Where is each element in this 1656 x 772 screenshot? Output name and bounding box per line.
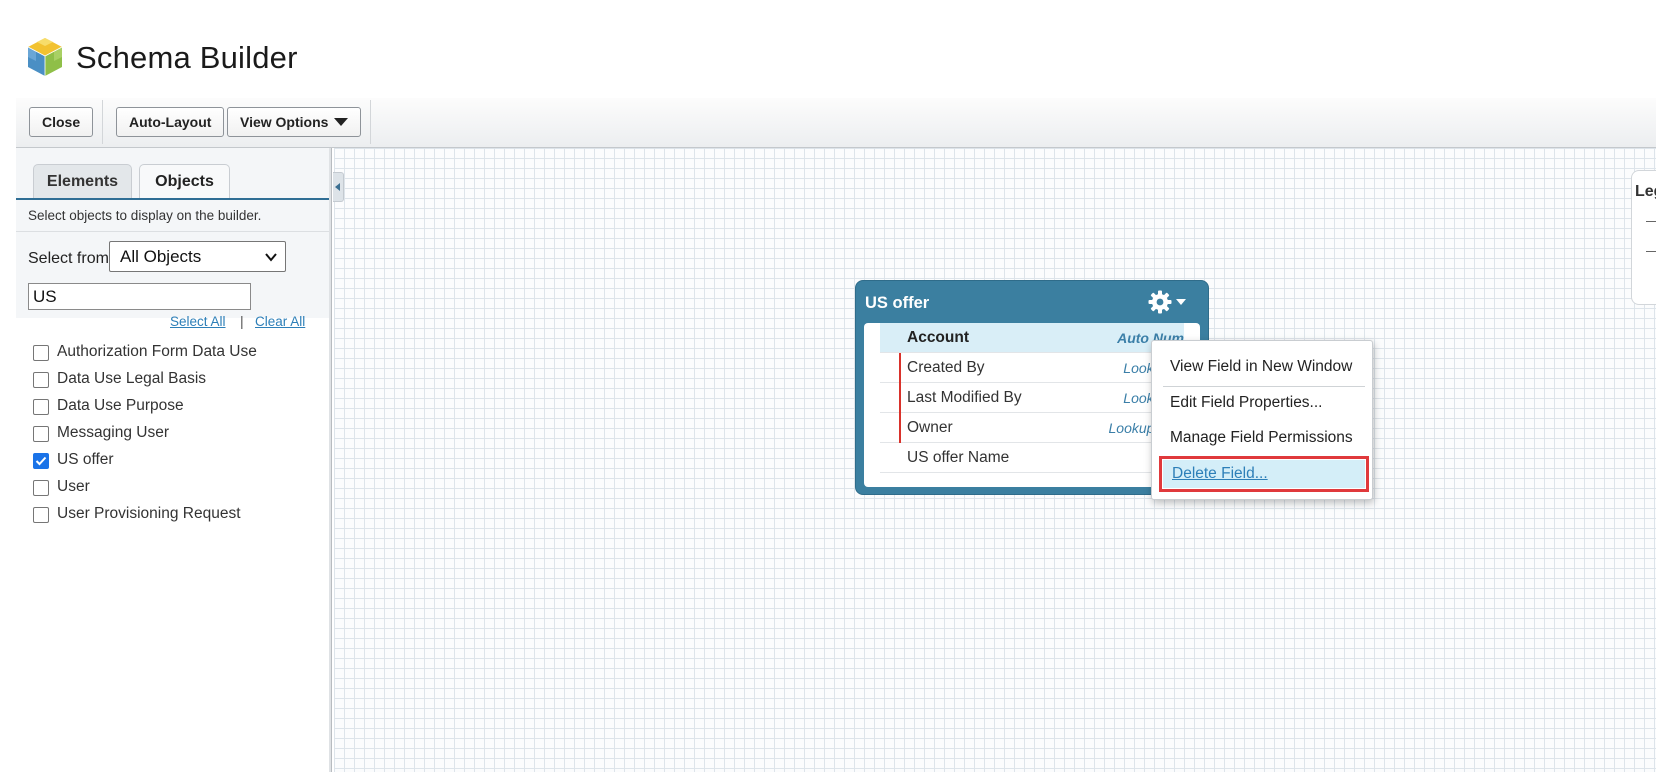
- select-from-value: All Objects: [120, 247, 202, 266]
- tab-objects[interactable]: Objects: [139, 164, 230, 199]
- sidebar-description: Select objects to display on the builder…: [28, 208, 262, 223]
- toolbar-separator: [102, 100, 103, 144]
- sidebar-splitter[interactable]: [329, 148, 332, 772]
- object-label: Messaging User: [57, 424, 169, 441]
- collapse-sidebar-handle[interactable]: [333, 172, 344, 202]
- field-list: Account Auto Num Created By Lookup(U Las…: [864, 323, 1200, 487]
- object-list-item[interactable]: Authorization Form Data Use: [33, 342, 323, 366]
- divider: [16, 231, 329, 232]
- legend-line: [1646, 251, 1656, 252]
- menu-delete-field[interactable]: Delete Field...: [1172, 465, 1268, 483]
- caret-down-icon: [334, 118, 349, 126]
- close-button[interactable]: Close: [29, 107, 94, 137]
- cube-logo-icon: [27, 38, 63, 76]
- object-label: User Provisioning Request: [57, 505, 241, 522]
- object-list-item[interactable]: User Provisioning Request: [33, 504, 323, 528]
- field-name: Created By: [907, 359, 985, 376]
- field-row-account[interactable]: Account Auto Num: [880, 323, 1184, 353]
- menu-view-field-new-window[interactable]: View Field in New Window: [1170, 358, 1352, 376]
- object-checkbox[interactable]: [33, 507, 49, 523]
- field-row-last-modified-by[interactable]: Last Modified By Lookup(U: [880, 383, 1184, 413]
- object-list-item[interactable]: US offer: [33, 450, 323, 474]
- field-name: Owner: [907, 419, 953, 436]
- object-checkbox[interactable]: [33, 345, 49, 361]
- toolbar: Close Auto-Layout View Options: [16, 98, 1656, 148]
- link-separator: |: [240, 313, 244, 329]
- field-row-created-by[interactable]: Created By Lookup(U: [880, 353, 1184, 383]
- object-label: Authorization Form Data Use: [57, 343, 257, 360]
- field-context-menu: View Field in New Window Edit Field Prop…: [1151, 340, 1373, 500]
- object-label: US offer: [57, 451, 114, 468]
- menu-manage-field-permissions[interactable]: Manage Field Permissions: [1170, 429, 1353, 447]
- object-search-input[interactable]: [28, 283, 251, 310]
- object-checkbox[interactable]: [33, 399, 49, 415]
- object-checkbox[interactable]: [33, 480, 49, 496]
- chevron-down-icon: [265, 253, 277, 262]
- object-list-item[interactable]: Data Use Purpose: [33, 396, 323, 420]
- clear-all-link[interactable]: Clear All: [255, 314, 305, 329]
- object-checkbox[interactable]: [33, 372, 49, 388]
- menu-edit-field-properties[interactable]: Edit Field Properties...: [1170, 394, 1322, 412]
- sidebar: Elements Objects Select objects to displ…: [16, 148, 329, 772]
- select-all-link[interactable]: Select All: [170, 314, 226, 329]
- required-marker: [899, 413, 901, 443]
- sidebar-controls: Elements Objects Select objects to displ…: [16, 148, 329, 318]
- field-name: US offer Name: [907, 449, 1010, 466]
- view-options-button[interactable]: View Options: [227, 107, 362, 137]
- object-label: Data Use Legal Basis: [57, 370, 207, 387]
- object-checkbox[interactable]: [33, 426, 49, 442]
- view-options-label: View Options: [240, 114, 329, 130]
- object-list-item[interactable]: Data Use Legal Basis: [33, 369, 323, 393]
- app-header: Schema Builder: [0, 0, 1656, 98]
- gear-icon[interactable]: [1148, 290, 1172, 314]
- required-marker: [899, 383, 901, 413]
- object-title: US offer: [865, 294, 930, 312]
- field-name: Last Modified By: [907, 389, 1022, 406]
- object-list-item[interactable]: Messaging User: [33, 423, 323, 447]
- auto-layout-button[interactable]: Auto-Layout: [116, 107, 225, 137]
- object-checkbox-checked[interactable]: [33, 453, 49, 469]
- menu-divider: [1163, 386, 1365, 387]
- collapse-left-icon: [335, 183, 340, 191]
- legend-title: Leg: [1635, 183, 1656, 200]
- field-row-owner[interactable]: Owner Lookup(Use: [880, 413, 1184, 443]
- delete-field-highlight[interactable]: Delete Field...: [1159, 456, 1369, 492]
- tabs-underline: [16, 198, 329, 200]
- select-from-label: Select from: [28, 250, 109, 267]
- toolbar-separator: [370, 100, 371, 144]
- page-title: Schema Builder: [76, 40, 298, 75]
- tab-elements[interactable]: Elements: [33, 164, 132, 199]
- legend-line: [1646, 221, 1656, 222]
- required-marker: [899, 353, 901, 383]
- checkmark-icon: [35, 456, 47, 466]
- object-label: Data Use Purpose: [57, 397, 184, 414]
- field-name: Account: [907, 329, 969, 346]
- gear-caret-down-icon: [1176, 299, 1186, 305]
- object-list-item[interactable]: User: [33, 477, 323, 501]
- legend-panel[interactable]: Leg: [1631, 170, 1656, 305]
- object-label: User: [57, 478, 90, 495]
- select-from-dropdown[interactable]: All Objects: [109, 241, 286, 272]
- field-row-us-offer-name[interactable]: US offer Name Tex: [880, 443, 1184, 473]
